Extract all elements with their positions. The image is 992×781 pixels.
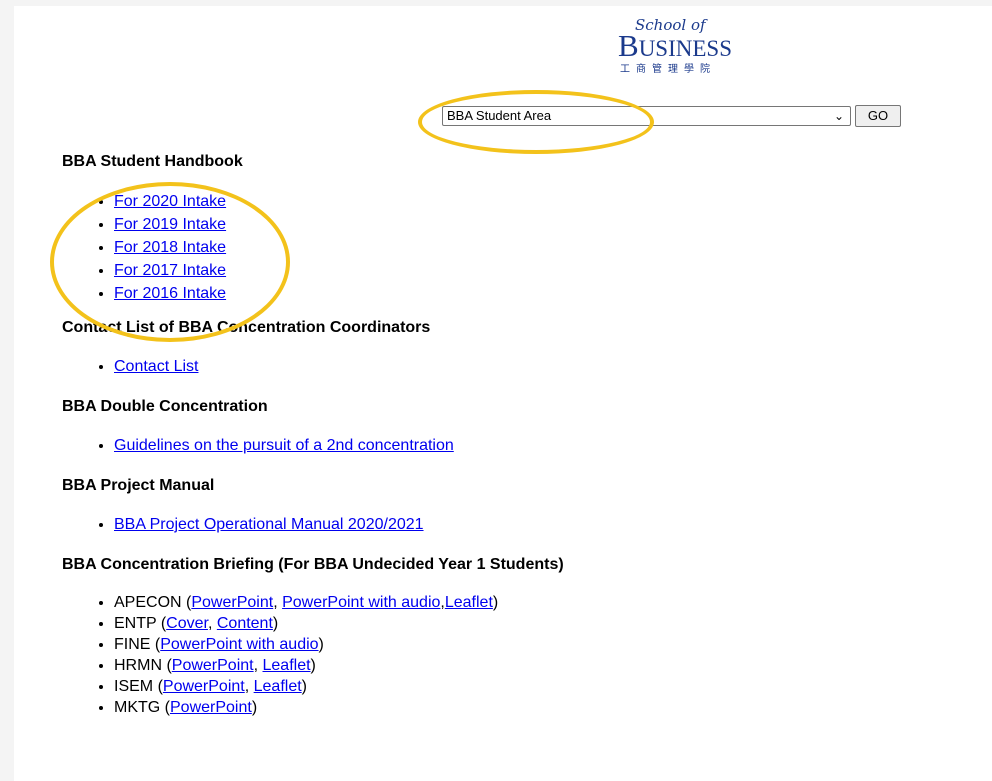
link-hrmn-powerpoint[interactable]: PowerPoint <box>172 657 254 674</box>
link-entp-cover[interactable]: Cover <box>166 615 208 632</box>
list-item-entp: ENTP (Cover, Content) <box>114 613 962 634</box>
link-contact-list[interactable]: Contact List <box>114 358 198 375</box>
link-hrmn-leaflet[interactable]: Leaflet <box>263 657 311 674</box>
heading-concentration-briefing: BBA Concentration Briefing (For BBA Unde… <box>62 556 564 573</box>
list-item: For 2019 Intake <box>114 213 962 236</box>
link-mktg-powerpoint[interactable]: PowerPoint <box>170 699 252 716</box>
main-content: BBA Student Handbook For 2020 Intake For… <box>62 152 962 718</box>
link-2019-intake[interactable]: For 2019 Intake <box>114 216 226 233</box>
link-isem-powerpoint[interactable]: PowerPoint <box>163 678 245 695</box>
briefing-list: APECON (PowerPoint, PowerPoint with audi… <box>62 592 962 718</box>
area-select-value: BBA Student Area <box>447 108 552 123</box>
chevron-down-icon: ⌄ <box>833 109 844 123</box>
double-concentration-list: Guidelines on the pursuit of a 2nd conce… <box>62 434 962 457</box>
link-guidelines-2nd-concentration[interactable]: Guidelines on the pursuit of a 2nd conce… <box>114 437 454 454</box>
project-manual-list: BBA Project Operational Manual 2020/2021 <box>62 513 962 536</box>
contact-list: Contact List <box>62 355 962 378</box>
link-apecon-powerpoint-audio[interactable]: PowerPoint with audio <box>282 594 440 611</box>
link-2017-intake[interactable]: For 2017 Intake <box>114 262 226 279</box>
list-item: For 2018 Intake <box>114 236 962 259</box>
list-item-mktg: MKTG (PowerPoint) <box>114 697 962 718</box>
heading-contact-list: Contact List of BBA Concentration Coordi… <box>62 319 431 336</box>
go-button[interactable]: GO <box>855 105 901 127</box>
link-entp-content[interactable]: Content <box>217 615 273 632</box>
list-item: For 2017 Intake <box>114 259 962 282</box>
school-of-business-logo[interactable]: School of BUSINESS 工商管理學院 <box>604 16 754 78</box>
list-item: For 2016 Intake <box>114 282 962 305</box>
area-navigation-form: BBA Student Area ⌄ GO <box>442 104 902 128</box>
link-apecon-leaflet[interactable]: Leaflet <box>445 594 493 611</box>
list-item-apecon: APECON (PowerPoint, PowerPoint with audi… <box>114 592 962 613</box>
list-item-isem: ISEM (PowerPoint, Leaflet) <box>114 676 962 697</box>
handbook-list: For 2020 Intake For 2019 Intake For 2018… <box>62 190 962 305</box>
heading-double-concentration: BBA Double Concentration <box>62 398 268 415</box>
link-2016-intake[interactable]: For 2016 Intake <box>114 285 226 302</box>
list-item: For 2020 Intake <box>114 190 962 213</box>
heading-student-handbook: BBA Student Handbook <box>62 153 243 170</box>
link-2020-intake[interactable]: For 2020 Intake <box>114 193 226 210</box>
list-item: Guidelines on the pursuit of a 2nd conce… <box>114 434 962 457</box>
heading-project-manual: BBA Project Manual <box>62 477 215 494</box>
list-item: Contact List <box>114 355 962 378</box>
page-container: School of BUSINESS 工商管理學院 BBA Student Ar… <box>14 6 992 781</box>
link-2018-intake[interactable]: For 2018 Intake <box>114 239 226 256</box>
link-isem-leaflet[interactable]: Leaflet <box>254 678 302 695</box>
link-fine-powerpoint-audio[interactable]: PowerPoint with audio <box>160 636 318 653</box>
list-item-hrmn: HRMN (PowerPoint, Leaflet) <box>114 655 962 676</box>
list-item-fine: FINE (PowerPoint with audio) <box>114 634 962 655</box>
area-select-dropdown[interactable]: BBA Student Area ⌄ <box>442 106 851 126</box>
list-item: BBA Project Operational Manual 2020/2021 <box>114 513 962 536</box>
logo-chinese-text: 工商管理學院 <box>620 64 716 75</box>
logo-business-text: BUSINESS <box>618 28 732 63</box>
link-apecon-powerpoint[interactable]: PowerPoint <box>191 594 273 611</box>
link-project-operational-manual[interactable]: BBA Project Operational Manual 2020/2021 <box>114 516 424 533</box>
